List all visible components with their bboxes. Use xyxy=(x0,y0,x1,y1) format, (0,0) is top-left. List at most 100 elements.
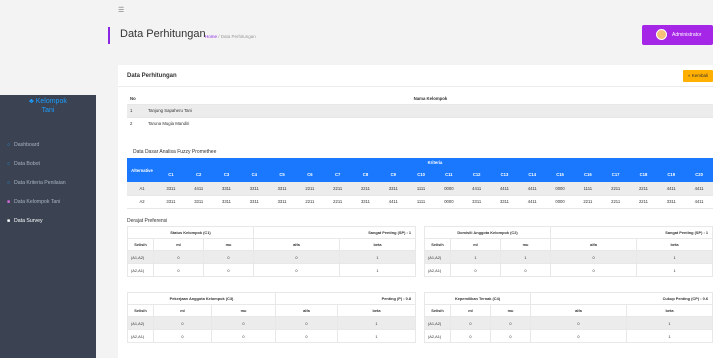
column-header: Selisih xyxy=(424,304,451,317)
cell-value: 1 xyxy=(337,329,416,343)
cell-value: 0 xyxy=(153,250,204,264)
column-header: ml xyxy=(450,304,491,317)
sidebar-top-spacer xyxy=(0,0,96,95)
column-header: ml xyxy=(450,238,501,251)
page-title: Data Perhitungan xyxy=(120,28,206,40)
column-header: Selisih xyxy=(424,238,451,251)
alternative-name: A2 xyxy=(127,195,157,209)
sidebar-item-label: Data Survey xyxy=(14,217,43,224)
cell-value: 0 xyxy=(450,263,501,277)
criterion-value: 3311 xyxy=(379,182,408,196)
criterion-value: 4411 xyxy=(462,182,491,196)
page: { "sidebar": { "brand_line1": "Kelompok"… xyxy=(0,0,713,358)
column-header-criterion: C19 xyxy=(657,167,686,182)
column-header: Selisih xyxy=(127,238,154,251)
criterion-value: 4411 xyxy=(685,195,713,209)
sidebar-item-dashboard[interactable]: ○ Dashboard xyxy=(0,135,96,154)
criterion-name: Kepemilikan Ternak (C4) xyxy=(424,292,531,305)
cell-value: 1 xyxy=(626,329,713,343)
pair-label: (A1,A2) xyxy=(424,316,451,330)
back-button[interactable]: « Kembali xyxy=(683,70,713,82)
cell-value: 1 xyxy=(636,263,713,277)
criterion-value: 1111 xyxy=(407,195,435,209)
criterion-importance: Cukup Penting (CP) : 0.6 xyxy=(530,292,713,305)
survey-icon: ■ xyxy=(6,217,11,224)
column-header-criterion: C13 xyxy=(490,167,519,182)
criterion-value: 3311 xyxy=(184,195,213,209)
criterion-importance: Sangat Penting (SP) : 1 xyxy=(253,226,416,239)
sidebar-item-data-bobot[interactable]: ○ Data Bobot xyxy=(0,154,96,173)
row-no: 1 xyxy=(127,103,145,117)
column-header-criterion: C18 xyxy=(629,167,658,182)
criterion-value: 3311 xyxy=(240,195,269,209)
criterion-value: 2211 xyxy=(351,182,380,196)
menu-toggle-icon[interactable]: ☰ xyxy=(118,6,124,14)
breadcrumb: Home / Data Perhitungan xyxy=(205,34,256,39)
pair-label: (A1,A2) xyxy=(127,250,154,264)
dashboard-icon: ○ xyxy=(6,141,11,148)
table-header-row: Domisili Anggota Kelompok (C2) Sangat Pen… xyxy=(423,226,713,239)
column-header-no: No xyxy=(130,96,136,102)
criterion-value: 4411 xyxy=(657,182,686,196)
criterion-name: Pekerjaan Anggota Kelompok (C3) xyxy=(127,292,276,305)
column-header-criterion: C5 xyxy=(268,167,296,182)
criterion-value: 0000 xyxy=(546,182,574,196)
criterion-value: 4411 xyxy=(379,195,408,209)
pair-label: (A2,A1) xyxy=(127,263,154,277)
criterion-value: 2211 xyxy=(573,195,602,209)
column-header-criterion: C1 xyxy=(157,167,185,182)
table-header-row: Status Kelompok (C1) Sangat Penting (SP) … xyxy=(127,226,416,239)
criterion-value: 3311 xyxy=(268,195,296,209)
table-row: (A2,A1) 0 0 0 1 xyxy=(127,329,416,343)
cell-value: 0 xyxy=(530,316,627,330)
sidebar-item-data-kelompok[interactable]: ■ Data Kelompok Tani xyxy=(0,192,96,211)
column-header: mu xyxy=(499,238,552,251)
cell-value: 0 xyxy=(490,329,531,343)
cell-value: 1 xyxy=(636,250,713,264)
table-row: 1 Tanjung Sapaheru Tani xyxy=(127,103,713,117)
table-subheader-row: Selisih ml mu alfa beta xyxy=(424,238,713,251)
criterion-value: 3311 xyxy=(240,182,269,196)
cell-value: 0 xyxy=(490,316,531,330)
table-row: (A1,A2) 0 0 0 1 xyxy=(127,316,416,330)
weight-icon: ○ xyxy=(6,160,11,167)
cell-value: 1 xyxy=(450,250,501,264)
breadcrumb-home[interactable]: Home xyxy=(205,34,217,39)
column-header-criterion: C20 xyxy=(685,167,713,182)
table-subheader-row: Selisih ml mu alfa beta xyxy=(127,238,416,251)
sidebar-item-data-survey[interactable]: ■ Data Survey xyxy=(0,211,96,230)
criterion-importance: Sangat Penting (SP) : 1 xyxy=(550,226,713,239)
pair-label: (A2,A1) xyxy=(424,329,451,343)
criterion-value: 2211 xyxy=(629,195,658,209)
page-header: Data Perhitungan Home / Data Perhitungan xyxy=(108,26,713,48)
criteria-icon: ○ xyxy=(6,179,11,186)
cell-value: 0 xyxy=(550,250,638,264)
column-header-criterion: C12 xyxy=(462,167,491,182)
row-name: Tanjung Sapaheru Tani xyxy=(145,103,713,117)
sidebar-item-label: Data Kelompok Tani xyxy=(14,198,61,205)
column-header-criterion: C16 xyxy=(573,167,602,182)
column-header: alfa xyxy=(253,238,340,251)
table-header-row: Pekerjaan Anggota Kelompok (C3) Penting (… xyxy=(127,292,416,305)
criterion-value: 4411 xyxy=(184,182,213,196)
breadcrumb-current: Data Perhitungan xyxy=(220,34,256,39)
card-header: Data Perhitungan « Kembali xyxy=(118,65,713,87)
user-menu-button[interactable]: Administrator xyxy=(642,25,713,45)
preferensi-table: Kepemilikan Ternak (C4) Cukup Penting (CP… xyxy=(424,292,713,343)
column-header-name: Nama Kelompok xyxy=(413,96,448,102)
table-row: (A2,A1) 0 0 0 1 xyxy=(424,263,713,277)
sidebar-nav: ○ Dashboard ○ Data Bobot ○ Data Kriteria… xyxy=(0,135,96,230)
brand-line1: Kelompok xyxy=(35,98,67,105)
cell-value: 0 xyxy=(275,329,338,343)
table-header-row: Kepemilikan Ternak (C4) Cukup Penting (CP… xyxy=(424,292,713,305)
card-title: Data Perhitungan xyxy=(127,73,177,79)
criterion-value: 0000 xyxy=(546,195,574,209)
sidebar-brand[interactable]: ♣ Kelompok Tani xyxy=(0,97,96,115)
criterion-value: 2211 xyxy=(601,195,630,209)
criterion-value: 2211 xyxy=(295,195,324,209)
cell-value: 0 xyxy=(530,329,627,343)
criterion-name: Status Kelompok (C1) xyxy=(127,226,254,239)
sidebar-item-data-kriteria[interactable]: ○ Data Kriteria Penilaian xyxy=(0,173,96,192)
cell-value: 0 xyxy=(499,263,552,277)
table-header-row: Alternative Kriteria xyxy=(127,158,713,182)
